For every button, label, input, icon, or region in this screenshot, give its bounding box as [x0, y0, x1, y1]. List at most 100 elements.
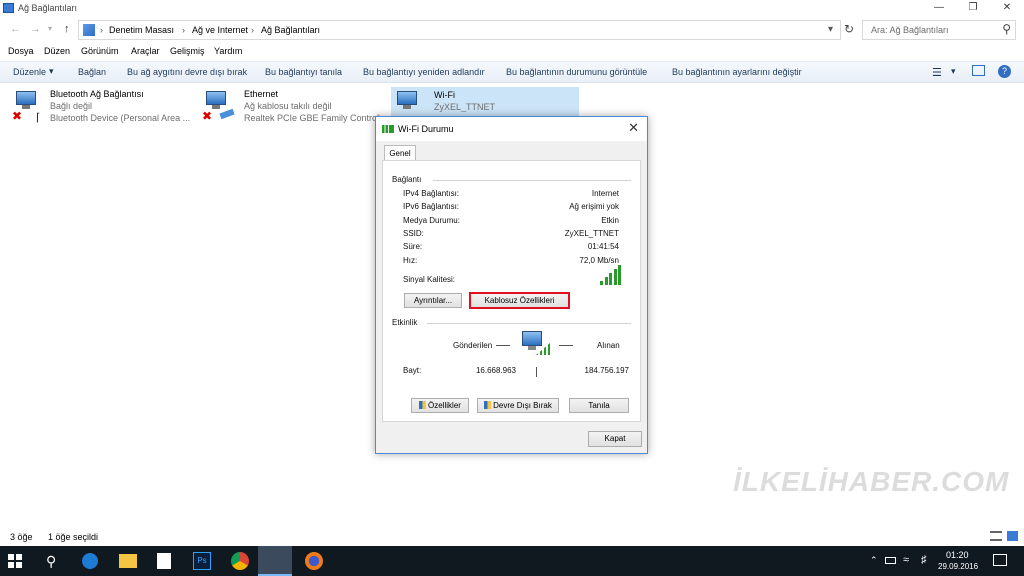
menu-help[interactable]: Yardım — [214, 46, 242, 56]
menu-bar: Dosya Düzen Görünüm Araçlar Gelişmiş Yar… — [0, 45, 1024, 59]
edge-icon[interactable] — [82, 553, 98, 569]
divider — [433, 180, 631, 181]
ssid-value: ZyXEL_TTNET — [564, 229, 619, 238]
close-button[interactable]: ✕ — [990, 0, 1024, 16]
tab-general[interactable]: Genel — [384, 145, 416, 160]
breadcrumb-2[interactable]: Ağ Bağlantıları — [261, 25, 320, 35]
chevron-icon: › — [100, 25, 103, 35]
duration-label: Süre: — [403, 242, 423, 251]
change-settings-button[interactable]: Bu bağlantının ayarlarını değiştir — [672, 67, 802, 77]
large-icons-view-icon[interactable] — [1007, 531, 1018, 541]
connection-name: Ethernet — [244, 89, 279, 99]
help-icon[interactable]: ? — [998, 65, 1011, 78]
store-icon[interactable] — [157, 553, 171, 569]
disable-device-button[interactable]: Bu ağ aygıtını devre dışı bırak — [127, 67, 247, 77]
menu-file[interactable]: Dosya — [8, 46, 34, 56]
view-status-button[interactable]: Bu bağlantının durumunu görüntüle — [506, 67, 647, 77]
organize-dropdown-icon[interactable]: ▾ — [49, 66, 54, 77]
battery-icon[interactable] — [885, 557, 896, 564]
disable-button[interactable]: Devre Dışı Bırak — [477, 398, 559, 413]
dialog-title: Wi-Fi Durumu — [398, 124, 454, 134]
firefox-icon[interactable] — [305, 552, 323, 570]
volume-icon[interactable]: ♯ — [921, 554, 927, 566]
address-bar[interactable]: › Denetim Masası › Ağ ve Internet › Ağ B… — [78, 20, 841, 40]
view-dropdown-icon[interactable]: ▾ — [951, 66, 956, 77]
details-view-icon[interactable] — [990, 531, 1002, 541]
breadcrumb-1[interactable]: Ağ ve Internet — [192, 25, 248, 35]
up-icon[interactable]: ↑ — [64, 23, 70, 35]
connection-status: ZyXEL_TTNET — [434, 102, 496, 112]
minimize-button[interactable]: — — [922, 0, 956, 16]
properties-button[interactable]: Özellikler — [411, 398, 469, 413]
file-explorer-icon[interactable] — [119, 554, 137, 568]
signal-bar — [618, 265, 621, 285]
network-connections-task-icon[interactable] — [258, 546, 292, 576]
rename-button[interactable]: Bu bağlantıyı yeniden adlandır — [363, 67, 485, 77]
wifi-tray-icon[interactable]: ≈ — [903, 554, 909, 566]
maximize-button[interactable]: ❐ — [956, 0, 990, 16]
menu-edit[interactable]: Düzen — [44, 46, 70, 56]
command-bar: Düzenle ▾ Bağlan Bu ağ aygıtını devre dı… — [0, 61, 1024, 83]
preview-pane-icon[interactable] — [972, 65, 985, 76]
search-placeholder: Ara: Ağ Bağlantıları — [871, 25, 949, 35]
connection-name: Wi-Fi — [434, 90, 455, 100]
received-label: Alınan — [597, 341, 620, 350]
chevron-down-icon[interactable]: ▾ — [828, 24, 833, 35]
connection-name: Bluetooth Ağ Bağlantısı — [50, 89, 144, 99]
speed-value: 72,0 Mb/sn — [579, 256, 619, 265]
connection-bluetooth[interactable]: ✖ ⌈ Bluetooth Ağ Bağlantısı Bağlı değil … — [12, 89, 192, 129]
menu-tools[interactable]: Araçlar — [131, 46, 160, 56]
connection-ethernet[interactable]: ✖ Ethernet Ağ kablosu takılı değil Realt… — [202, 89, 382, 129]
signal-bar — [609, 273, 612, 285]
search-icon[interactable]: ⚲ — [46, 549, 70, 573]
dialog-close-icon[interactable]: ✕ — [628, 120, 639, 136]
search-icon[interactable]: ⚲ — [1002, 22, 1011, 36]
title-bar: Ağ Bağlantıları — ❐ ✕ — [0, 0, 1024, 16]
refresh-icon[interactable]: ↻ — [844, 22, 854, 36]
diagnose-button[interactable]: Bu bağlantıyı tanıla — [265, 67, 342, 77]
back-icon[interactable]: ← — [10, 23, 21, 35]
menu-view[interactable]: Görünüm — [81, 46, 119, 56]
connection-wifi[interactable]: Wi-Fi ZyXEL_TTNET — [391, 87, 579, 117]
dialog-title-bar: Wi-Fi Durumu ✕ — [376, 117, 647, 141]
bytes-separator — [536, 367, 537, 377]
disable-label: Devre Dışı Bırak — [493, 401, 552, 410]
details-button[interactable]: Ayrıntılar... — [404, 293, 462, 308]
clock-time[interactable]: 01:20 — [946, 550, 969, 560]
diagnose-dialog-button[interactable]: Tanıla — [569, 398, 629, 413]
network-adapter-icon — [395, 91, 419, 111]
disconnected-x-icon: ✖ — [202, 109, 213, 123]
selected-count: 1 öğe seçildi — [48, 532, 99, 542]
connection-status: Bağlı değil — [50, 101, 93, 111]
chrome-icon[interactable] — [231, 552, 249, 570]
start-windows-icon[interactable] — [8, 554, 22, 568]
close-dialog-button[interactable]: Kapat — [588, 431, 642, 447]
divider — [427, 323, 631, 324]
menu-advanced[interactable]: Gelişmiş — [170, 46, 205, 56]
recent-dropdown-icon[interactable]: ▾ — [48, 24, 52, 33]
wireless-properties-button[interactable]: Kablosuz Özellikleri — [469, 292, 570, 309]
action-center-icon[interactable] — [993, 554, 1007, 566]
sent-line — [496, 345, 510, 346]
bytes-sent: 16.668.963 — [475, 366, 516, 375]
search-input[interactable]: Ara: Ağ Bağlantıları ⚲ — [862, 20, 1016, 40]
item-count: 3 öğe — [10, 532, 33, 542]
photoshop-icon[interactable]: Ps — [193, 552, 211, 570]
clock-date[interactable]: 29.09.2016 — [938, 562, 978, 571]
view-options-icon[interactable]: ☰ — [932, 66, 942, 79]
connection-group-label: Bağlantı — [392, 175, 422, 184]
network-folder-icon — [3, 3, 14, 13]
connect-button[interactable]: Bağlan — [78, 67, 106, 77]
forward-icon[interactable]: → — [30, 23, 41, 35]
signal-bar — [604, 277, 608, 285]
general-panel: Bağlantı IPv4 Bağlantısı: Internet IPv6 … — [382, 160, 641, 422]
show-hidden-icons-icon[interactable]: ⌃ — [870, 555, 878, 566]
status-bar: 3 öğe 1 öğe seçildi — [0, 530, 1024, 544]
organize-button[interactable]: Düzenle — [13, 67, 46, 77]
network-adapter-icon — [204, 91, 228, 111]
connection-device: Realtek PCIe GBE Family Controller — [244, 113, 380, 123]
computer-activity-icon — [520, 331, 550, 357]
window-title: Ağ Bağlantıları — [18, 3, 78, 13]
signal-quality-label: Sinyal Kalitesi: — [403, 275, 456, 284]
breadcrumb-0[interactable]: Denetim Masası — [109, 25, 174, 35]
